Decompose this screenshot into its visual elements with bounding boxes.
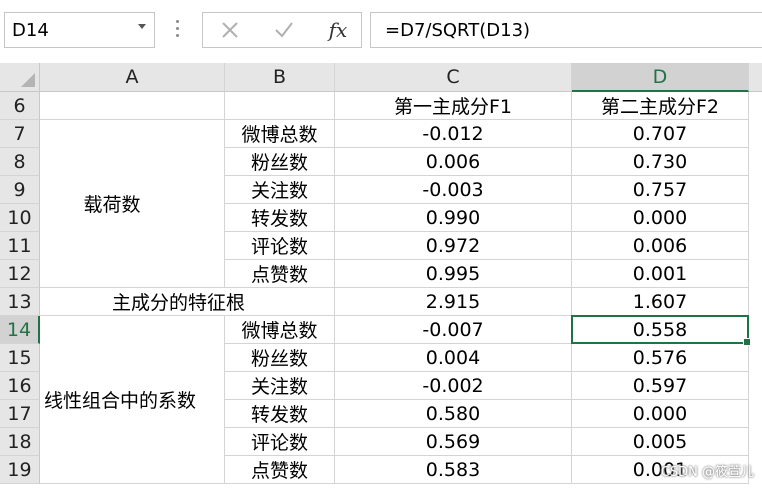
cell-c6[interactable]: 第一主成分F1 bbox=[335, 92, 572, 120]
cell-b17[interactable]: 转发数 bbox=[225, 400, 335, 428]
column-header-e[interactable] bbox=[749, 63, 762, 92]
cell-d11[interactable]: 0.006 bbox=[572, 232, 749, 260]
cell-d16[interactable]: 0.597 bbox=[572, 372, 749, 400]
watermark: CSDN @筱萱儿 bbox=[660, 465, 754, 480]
cell-b10[interactable]: 转发数 bbox=[225, 204, 335, 232]
formula-text[interactable]: =D7/SQRT(D13) bbox=[385, 20, 530, 41]
cell-a6[interactable] bbox=[40, 92, 225, 120]
cell-b16[interactable]: 关注数 bbox=[225, 372, 335, 400]
select-all-corner[interactable] bbox=[0, 63, 40, 92]
row-header-14[interactable]: 14 bbox=[0, 316, 40, 344]
cell-c18[interactable]: 0.569 bbox=[335, 428, 572, 456]
row-header-17[interactable]: 17 bbox=[0, 400, 40, 428]
row-header-18[interactable]: 18 bbox=[0, 428, 40, 456]
row-header-7[interactable]: 7 bbox=[0, 120, 40, 148]
row-header-16[interactable]: 16 bbox=[0, 372, 40, 400]
row-header-19[interactable]: 19 bbox=[0, 456, 40, 484]
cell-b8[interactable]: 粉丝数 bbox=[225, 148, 335, 176]
cell-c10[interactable]: 0.990 bbox=[335, 204, 572, 232]
cell-d6[interactable]: 第二主成分F2 bbox=[572, 92, 749, 120]
enter-checkmark-icon[interactable] bbox=[269, 16, 299, 44]
cell-c16[interactable]: -0.002 bbox=[335, 372, 572, 400]
cell-b9[interactable]: 关注数 bbox=[225, 176, 335, 204]
chevron-down-icon[interactable] bbox=[138, 24, 146, 29]
cell-d13[interactable]: 1.607 bbox=[572, 288, 749, 316]
drag-handle-icon[interactable] bbox=[176, 20, 180, 40]
cell-d7[interactable]: 0.707 bbox=[572, 120, 749, 148]
cell-d9[interactable]: 0.757 bbox=[572, 176, 749, 204]
cell-b18[interactable]: 评论数 bbox=[225, 428, 335, 456]
cell-c9[interactable]: -0.003 bbox=[335, 176, 572, 204]
cell-a13-text: 主成分的特征根 bbox=[112, 292, 246, 314]
active-cell-selection[interactable] bbox=[571, 315, 751, 346]
cancel-icon[interactable] bbox=[215, 16, 245, 44]
row-header-10[interactable]: 10 bbox=[0, 204, 40, 232]
name-box[interactable]: D14 bbox=[4, 12, 155, 48]
cell-c19[interactable]: 0.583 bbox=[335, 456, 572, 484]
column-header-d[interactable]: D bbox=[572, 63, 749, 92]
formula-buttons: fx bbox=[202, 12, 362, 48]
cell-c7[interactable]: -0.012 bbox=[335, 120, 572, 148]
cell-d17[interactable]: 0.000 bbox=[572, 400, 749, 428]
spreadsheet-grid: A B C D 6 7 8 9 10 11 12 13 14 15 16 17 … bbox=[0, 63, 762, 488]
column-header-a[interactable]: A bbox=[40, 63, 225, 92]
cell-d12[interactable]: 0.001 bbox=[572, 260, 749, 288]
cell-b15[interactable]: 粉丝数 bbox=[225, 344, 335, 372]
cell-d18[interactable]: 0.005 bbox=[572, 428, 749, 456]
cell-b11[interactable]: 评论数 bbox=[225, 232, 335, 260]
row-header-13[interactable]: 13 bbox=[0, 288, 40, 316]
cell-c13[interactable]: 2.915 bbox=[335, 288, 572, 316]
column-header-c[interactable]: C bbox=[335, 63, 572, 92]
row-header-11[interactable]: 11 bbox=[0, 232, 40, 260]
cell-b7[interactable]: 微博总数 bbox=[225, 120, 335, 148]
cell-a14-merged[interactable]: 线性组合中的系数 bbox=[40, 316, 225, 484]
name-box-value[interactable]: D14 bbox=[12, 20, 49, 41]
cell-b12[interactable]: 点赞数 bbox=[225, 260, 335, 288]
cell-d15[interactable]: 0.576 bbox=[572, 344, 749, 372]
cell-b6[interactable] bbox=[225, 92, 335, 120]
row-header-8[interactable]: 8 bbox=[0, 148, 40, 176]
cell-d8[interactable]: 0.730 bbox=[572, 148, 749, 176]
cell-d10[interactable]: 0.000 bbox=[572, 204, 749, 232]
formula-bar-area: D14 fx =D7/SQRT(D13) bbox=[0, 0, 762, 63]
cell-c17[interactable]: 0.580 bbox=[335, 400, 572, 428]
column-header-b[interactable]: B bbox=[225, 63, 335, 92]
cell-a7-merged[interactable]: 载荷数 bbox=[40, 120, 225, 288]
cell-a13[interactable]: 主成分的特征根 bbox=[40, 288, 335, 316]
cell-c8[interactable]: 0.006 bbox=[335, 148, 572, 176]
insert-function-button[interactable]: fx bbox=[323, 16, 353, 44]
row-header-9[interactable]: 9 bbox=[0, 176, 40, 204]
cell-c12[interactable]: 0.995 bbox=[335, 260, 572, 288]
row-header-6[interactable]: 6 bbox=[0, 92, 40, 120]
row-header-15[interactable]: 15 bbox=[0, 344, 40, 372]
cell-b19[interactable]: 点赞数 bbox=[225, 456, 335, 484]
cell-c15[interactable]: 0.004 bbox=[335, 344, 572, 372]
row-header-12[interactable]: 12 bbox=[0, 260, 40, 288]
cell-c11[interactable]: 0.972 bbox=[335, 232, 572, 260]
cell-b14[interactable]: 微博总数 bbox=[225, 316, 335, 344]
fill-handle[interactable] bbox=[743, 338, 751, 346]
formula-input[interactable]: =D7/SQRT(D13) bbox=[370, 12, 762, 48]
cell-c14[interactable]: -0.007 bbox=[335, 316, 572, 344]
